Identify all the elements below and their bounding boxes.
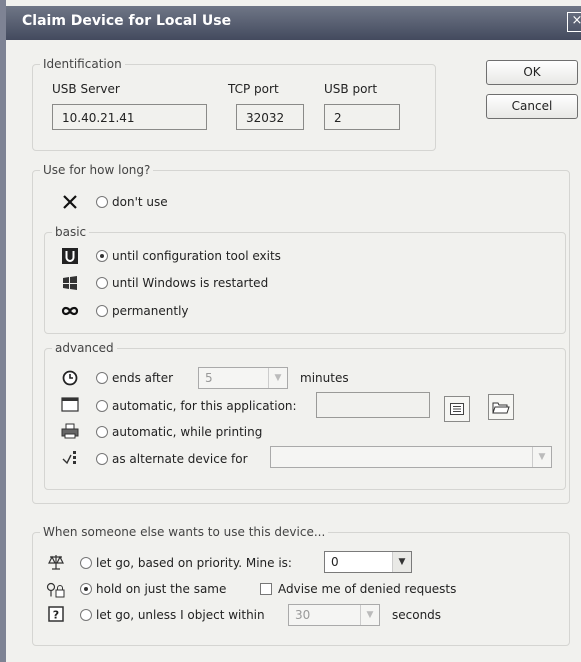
- radio-automatic-printing-button[interactable]: [96, 426, 108, 438]
- application-window-icon: [60, 394, 80, 414]
- chevron-down-icon[interactable]: ▼: [268, 368, 287, 388]
- usb-server-label: USB Server: [52, 82, 120, 96]
- advise-denied-check[interactable]: [260, 583, 272, 595]
- radio-dont-use-label: don't use: [112, 195, 168, 209]
- object-seconds-value: 30: [295, 608, 311, 622]
- radio-dont-use[interactable]: don't use: [96, 195, 168, 209]
- radio-let-go-priority-button[interactable]: [80, 557, 92, 569]
- application-list-button[interactable]: [444, 396, 470, 422]
- seconds-label: seconds: [392, 608, 442, 622]
- windows-flag-icon: [60, 273, 80, 293]
- list-icon: [450, 403, 464, 415]
- radio-let-go-priority-label: let go, based on priority. Mine is:: [96, 556, 292, 570]
- window-left-border: [0, 0, 6, 662]
- question-box-icon: ?: [46, 604, 66, 624]
- identification-legend: Identification: [40, 57, 125, 71]
- object-seconds-select[interactable]: 30 ▼: [288, 604, 380, 626]
- radio-automatic-printing[interactable]: automatic, while printing: [96, 425, 262, 439]
- radio-until-windows-restart-button[interactable]: [96, 277, 108, 289]
- usb-port-label: USB port: [324, 82, 378, 96]
- usb-server-field: 10.40.21.41: [52, 104, 207, 130]
- radio-ends-after-button[interactable]: [96, 372, 108, 384]
- svg-text:?: ?: [53, 609, 59, 622]
- infinity-icon: [60, 301, 80, 321]
- tcp-port-field: 32032: [236, 104, 304, 130]
- radio-alternate-device-label: as alternate device for: [112, 452, 248, 466]
- open-folder-icon: [492, 402, 510, 414]
- radio-until-tool-exits-button[interactable]: [96, 250, 108, 262]
- duration-legend: Use for how long?: [40, 163, 154, 177]
- contention-legend: When someone else wants to use this devi…: [40, 525, 329, 539]
- radio-until-windows-restart-label: until Windows is restarted: [112, 276, 269, 290]
- alternate-device-icon: [60, 448, 80, 468]
- radio-until-tool-exits-label: until configuration tool exits: [112, 249, 281, 263]
- radio-automatic-app-label: automatic, for this application:: [112, 399, 297, 413]
- radio-alternate-device-button[interactable]: [96, 453, 108, 465]
- advanced-legend: advanced: [52, 341, 117, 355]
- radio-until-tool-exits[interactable]: until configuration tool exits: [96, 249, 281, 263]
- chevron-down-icon[interactable]: ▼: [392, 552, 411, 572]
- radio-hold-on-label: hold on just the same: [96, 582, 227, 596]
- priority-value: 0: [331, 555, 339, 569]
- window-title: Claim Device for Local Use: [22, 13, 232, 29]
- title-bar[interactable]: Claim Device for Local Use ×: [6, 6, 581, 40]
- claim-device-dialog: Claim Device for Local Use × OK Cancel I…: [0, 0, 581, 662]
- ok-button[interactable]: OK: [486, 60, 578, 85]
- minutes-label: minutes: [300, 371, 349, 385]
- radio-automatic-printing-label: automatic, while printing: [112, 425, 263, 439]
- advise-denied-label: Advise me of denied requests: [278, 582, 457, 596]
- radio-let-go-unless-button[interactable]: [80, 609, 92, 621]
- radio-ends-after-label: ends after: [112, 371, 174, 385]
- alternate-device-select[interactable]: ▼: [270, 446, 552, 468]
- radio-ends-after[interactable]: ends after: [96, 371, 173, 385]
- browse-folder-button[interactable]: [488, 394, 514, 420]
- tcp-port-label: TCP port: [228, 82, 279, 96]
- radio-permanently-label: permanently: [112, 304, 189, 318]
- u-box-icon: [60, 246, 80, 266]
- clock-icon: [60, 368, 80, 388]
- radio-until-windows-restart[interactable]: until Windows is restarted: [96, 276, 268, 290]
- cancel-button[interactable]: Cancel: [486, 94, 578, 119]
- radio-automatic-app[interactable]: automatic, for this application:: [96, 399, 297, 413]
- radio-permanently[interactable]: permanently: [96, 304, 189, 318]
- radio-let-go-unless-label: let go, unless I object within: [96, 608, 265, 622]
- ends-after-select[interactable]: 5 ▼: [198, 367, 288, 389]
- radio-let-go-priority[interactable]: let go, based on priority. Mine is:: [80, 556, 292, 570]
- chevron-down-icon[interactable]: ▼: [360, 605, 379, 625]
- close-x-icon: [60, 192, 80, 212]
- printer-icon: [60, 421, 80, 441]
- radio-hold-on[interactable]: hold on just the same: [80, 582, 226, 596]
- radio-hold-on-button[interactable]: [80, 583, 92, 595]
- ends-after-value: 5: [205, 371, 213, 385]
- chevron-down-icon[interactable]: ▼: [532, 447, 551, 467]
- priority-scale-icon: [46, 552, 66, 572]
- basic-legend: basic: [52, 225, 90, 239]
- advise-denied-checkbox[interactable]: Advise me of denied requests: [260, 582, 456, 596]
- hold-lock-icon: [46, 580, 66, 600]
- usb-port-field: 2: [324, 104, 400, 130]
- radio-dont-use-button[interactable]: [96, 196, 108, 208]
- priority-select[interactable]: 0 ▼: [324, 551, 412, 573]
- radio-let-go-unless[interactable]: let go, unless I object within: [80, 608, 265, 622]
- radio-automatic-app-button[interactable]: [96, 400, 108, 412]
- application-path-input[interactable]: [316, 392, 430, 418]
- radio-alternate-device[interactable]: as alternate device for: [96, 452, 248, 466]
- close-button[interactable]: ×: [567, 12, 581, 32]
- radio-permanently-button[interactable]: [96, 305, 108, 317]
